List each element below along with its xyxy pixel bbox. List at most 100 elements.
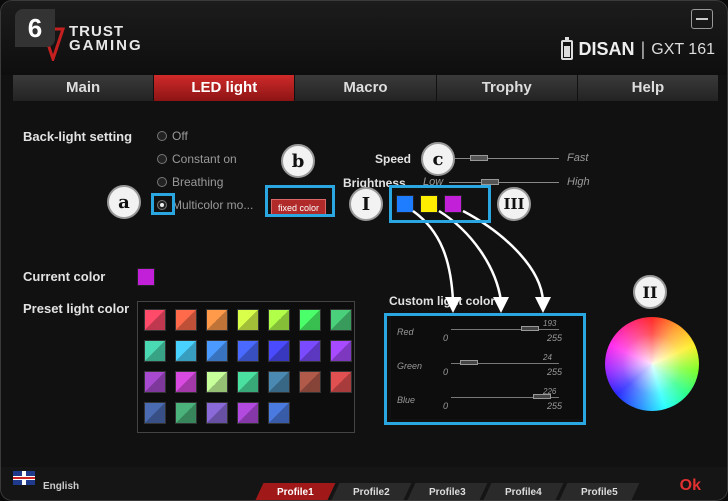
preset-color-swatch[interactable] xyxy=(330,340,352,362)
backlight-option-1[interactable]: Constant on xyxy=(157,152,237,166)
channel-green-thumb[interactable] xyxy=(459,360,478,365)
channel-red-max: 255 xyxy=(547,333,563,343)
preset-color-label: Preset light color xyxy=(23,301,130,316)
backlight-option-label: Breathing xyxy=(172,175,224,189)
preset-color-swatch[interactable] xyxy=(175,402,197,424)
brightness-slider-thumb[interactable] xyxy=(481,179,500,185)
channel-red-track[interactable] xyxy=(451,329,559,330)
speed-label: Speed xyxy=(375,152,412,166)
preset-color-grid xyxy=(137,301,355,433)
footer: English Profile1 Profile2 Profile3 Profile4… xyxy=(1,467,727,500)
app-window: 6 TRUST GAMING DISAN | GXT 161 Main LED l… xyxy=(0,0,728,501)
brand-logo: TRUST GAMING xyxy=(69,24,143,54)
speed-high-label: Fast xyxy=(567,152,589,164)
brand-line2: GAMING xyxy=(69,37,143,54)
preset-color-swatch[interactable] xyxy=(175,371,197,393)
preset-color-swatch[interactable] xyxy=(175,309,197,331)
language-label[interactable]: English xyxy=(43,481,79,492)
backlight-option-label: Multicolor mo... xyxy=(172,198,254,212)
multicolor-swatch-2[interactable] xyxy=(420,195,438,213)
profile-tab-3[interactable]: Profile3 xyxy=(406,483,488,500)
channel-green-label: Green xyxy=(397,361,423,371)
preset-color-swatch[interactable] xyxy=(206,402,228,424)
callout-c: c xyxy=(421,142,455,176)
callout-a: a xyxy=(107,185,141,219)
channel-green-min: 0 xyxy=(443,367,449,377)
color-wheel[interactable] xyxy=(605,317,699,411)
preset-color-swatch[interactable] xyxy=(330,309,352,331)
backlight-setting-label: Back-light setting xyxy=(23,129,133,144)
radio-button[interactable] xyxy=(157,154,167,164)
current-color-swatch xyxy=(137,268,155,286)
backlight-option-0[interactable]: Off xyxy=(157,129,188,143)
preset-color-swatch[interactable] xyxy=(268,371,290,393)
tab-trophy[interactable]: Trophy xyxy=(436,75,578,101)
preset-color-swatch[interactable] xyxy=(299,340,321,362)
profile-tab-5[interactable]: Profile5 xyxy=(558,483,640,500)
device-info: DISAN | GXT 161 xyxy=(560,36,715,60)
channel-green-value: 24 xyxy=(543,353,552,362)
step-number-badge: 6 xyxy=(15,9,55,47)
preset-color-swatch[interactable] xyxy=(299,309,321,331)
tab-help[interactable]: Help xyxy=(577,75,720,101)
preset-color-swatch[interactable] xyxy=(299,371,321,393)
profile-tab-label: Profile2 xyxy=(352,487,390,498)
preset-color-swatch[interactable] xyxy=(144,309,166,331)
radio-button[interactable] xyxy=(157,200,167,210)
custom-color-label: Custom light color xyxy=(389,294,495,308)
backlight-option-label: Off xyxy=(172,129,188,143)
channel-red-label: Red xyxy=(397,327,414,337)
callout-ii: II xyxy=(633,275,667,309)
backlight-option-3[interactable]: Multicolor mo... xyxy=(157,198,253,212)
radio-button[interactable] xyxy=(157,131,167,141)
multicolor-swatch-1[interactable] xyxy=(396,195,414,213)
preset-color-swatch[interactable] xyxy=(144,402,166,424)
brightness-slider[interactable] xyxy=(449,177,559,189)
multicolor-swatch-3[interactable] xyxy=(444,195,462,213)
channel-blue-max: 255 xyxy=(547,401,563,411)
preset-color-swatch[interactable] xyxy=(330,371,352,393)
preset-color-swatch[interactable] xyxy=(268,340,290,362)
current-color-label: Current color xyxy=(23,269,106,284)
tab-main[interactable]: Main xyxy=(13,75,155,101)
brightness-low-label: Low xyxy=(423,176,444,188)
profile-tab-label: Profile5 xyxy=(580,487,618,498)
radio-button[interactable] xyxy=(157,177,167,187)
channel-red-thumb[interactable] xyxy=(520,326,539,331)
fixed-color-button[interactable]: fixed color xyxy=(271,199,327,217)
device-separator: | xyxy=(640,39,646,59)
callout-b: b xyxy=(281,144,315,178)
preset-color-swatch[interactable] xyxy=(144,371,166,393)
channel-red-value: 193 xyxy=(543,319,557,328)
preset-color-swatch[interactable] xyxy=(268,402,290,424)
preset-color-swatch[interactable] xyxy=(206,340,228,362)
minimize-button[interactable] xyxy=(691,9,713,29)
preset-color-swatch[interactable] xyxy=(206,371,228,393)
profile-tab-4[interactable]: Profile4 xyxy=(482,483,564,500)
preset-color-swatch[interactable] xyxy=(175,340,197,362)
ok-button[interactable]: Ok xyxy=(680,477,701,495)
profile-tab-2[interactable]: Profile2 xyxy=(330,483,412,500)
tab-led-light[interactable]: LED light xyxy=(154,75,296,101)
tab-macro[interactable]: Macro xyxy=(295,75,437,101)
brightness-high-label: High xyxy=(567,176,590,188)
device-name: DISAN xyxy=(578,39,635,59)
preset-color-swatch[interactable] xyxy=(237,371,259,393)
preset-color-swatch[interactable] xyxy=(237,309,259,331)
profile-tab-label: Profile3 xyxy=(428,487,466,498)
backlight-option-label: Constant on xyxy=(172,152,237,166)
speed-slider-thumb[interactable] xyxy=(469,155,488,161)
preset-color-swatch[interactable] xyxy=(144,340,166,362)
preset-color-swatch[interactable] xyxy=(237,402,259,424)
preset-color-swatch[interactable] xyxy=(268,309,290,331)
uk-flag-icon[interactable] xyxy=(13,471,35,485)
callout-i: I xyxy=(349,187,383,221)
led-light-panel: Back-light setting Off Constant on Breathi… xyxy=(13,105,719,465)
profile-tab-1[interactable]: Profile1 xyxy=(254,483,336,500)
brightness-label: Brightness xyxy=(343,176,406,190)
device-model: GXT 161 xyxy=(651,40,715,58)
preset-color-swatch[interactable] xyxy=(206,309,228,331)
preset-color-swatch[interactable] xyxy=(237,340,259,362)
backlight-option-2[interactable]: Breathing xyxy=(157,175,223,189)
header: TRUST GAMING DISAN | GXT 161 xyxy=(1,1,727,75)
